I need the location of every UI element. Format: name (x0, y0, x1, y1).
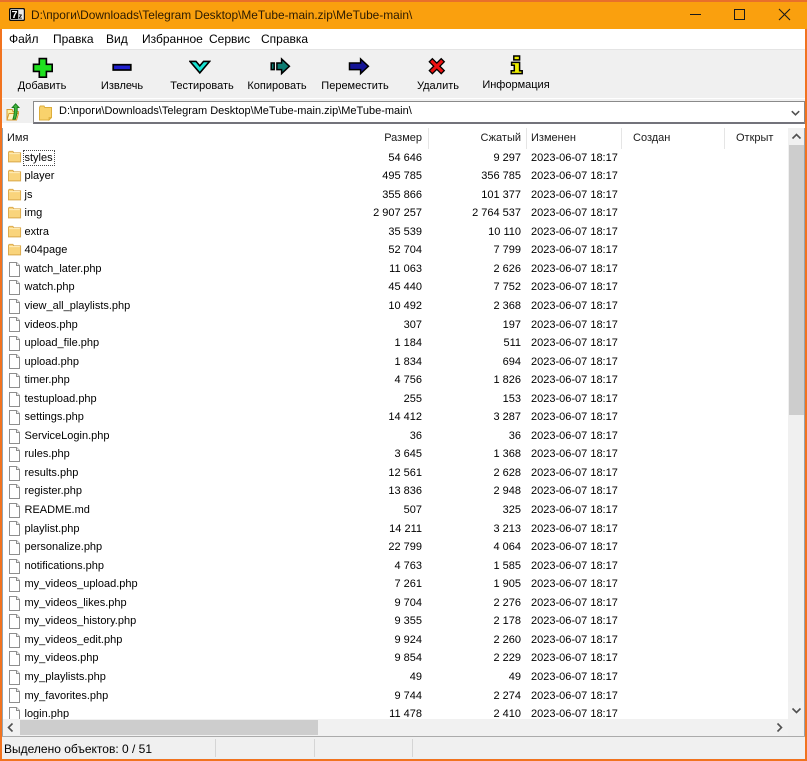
svg-text:7: 7 (12, 9, 18, 21)
svg-text:z: z (19, 12, 23, 21)
